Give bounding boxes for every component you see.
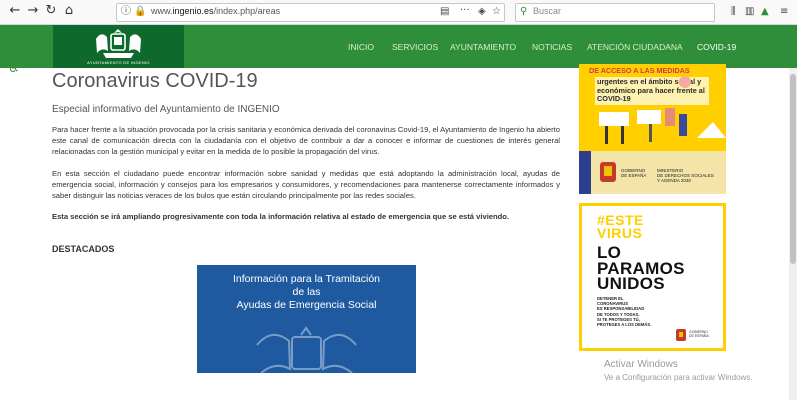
search-icon: ⚲	[520, 6, 528, 17]
nav-atencion-ciudadana[interactable]: ATENCIÓN CIUDADANA	[587, 42, 683, 52]
url-bar[interactable]: ⓘ 🔒 www.ingenio.es/index.php/areas ▤ ···…	[116, 3, 505, 22]
ad1-ministry-label: MINISTERIO DE DERECHOS SOCIALES Y AGENDA…	[657, 168, 714, 183]
ad2-spain-coat-icon	[676, 329, 686, 341]
ad2-msg-6: PROTEGES A LOS DEMÁS.	[597, 322, 652, 328]
ad2-tag-line-2: VIRUS	[597, 225, 643, 241]
info-icon[interactable]: ⓘ	[121, 6, 131, 18]
ayudas-emergencia-banner[interactable]: Información para la Tramitación de las A…	[197, 265, 416, 373]
nav-ayuntamiento[interactable]: AYUNTAMIENTO	[450, 42, 516, 52]
notice-paragraph: Esta sección se irá ampliando progresiva…	[52, 212, 510, 221]
accessibility-icon[interactable]: ♿	[8, 61, 20, 76]
ad1-illustration-icon	[599, 76, 726, 144]
ad1-gov-label: GOBIERNO DE ESPAÑA	[621, 168, 646, 178]
nav-covid-19[interactable]: COVID-19	[697, 42, 736, 52]
page-subtitle: Especial informativo del Ayuntamiento de…	[52, 104, 280, 115]
medidas-urgentes-ad[interactable]: DE ACCESO A LAS MEDIDAS urgentes en el á…	[579, 64, 726, 194]
ad2-slogan: LO PARAMOS UNIDOS	[597, 244, 685, 293]
scrollbar-thumb[interactable]	[790, 74, 796, 264]
sidebar-icon[interactable]: ▥	[745, 6, 754, 18]
site-logo[interactable]: AYUNTAMIENTO DE INGENIO	[53, 25, 184, 68]
ad2-gov-line-2: DE ESPAÑA	[689, 334, 709, 338]
url-prefix: www.	[151, 6, 173, 16]
logo-caption: AYUNTAMIENTO DE INGENIO	[87, 60, 150, 65]
site-header: AYUNTAMIENTO DE INGENIO INICIO SERVICIOS…	[0, 25, 797, 68]
section-paragraph: En esta sección el ciudadano puede encon…	[52, 169, 560, 200]
menu-icon[interactable]: ≡	[780, 6, 788, 18]
search-bar[interactable]: ⚲ Buscar	[515, 3, 715, 22]
ad2-panel: #ESTE VIRUS LO PARAMOS UNIDOS DETENER EL…	[582, 206, 723, 348]
intro-paragraph: Para hacer frente a la situación provoca…	[52, 125, 560, 156]
ad2-message: DETENER EL CORONAVIRUS ES RESPONSABILIDA…	[597, 296, 651, 327]
url-domain: ingenio.es	[172, 6, 214, 16]
nav-servicios[interactable]: SERVICIOS	[392, 42, 438, 52]
eu-flag-bar	[579, 151, 591, 194]
pocket-icon[interactable]: ◈	[478, 6, 486, 18]
lock-icon: 🔒	[134, 6, 147, 17]
destacados-heading: DESTACADOS	[52, 244, 115, 254]
coat-of-arms-icon	[96, 29, 141, 58]
spain-coat-icon	[600, 162, 616, 182]
bookmark-star-icon[interactable]: ☆	[492, 6, 501, 18]
page-scrollbar[interactable]	[789, 68, 797, 400]
url-text: www.ingenio.es/index.php/areas	[151, 6, 280, 16]
ad2-msg-3: ES RESPONSABILIDAD	[597, 306, 645, 312]
nav-noticias[interactable]: NOTICIAS	[532, 42, 572, 52]
home-icon[interactable]: ⌂	[61, 3, 77, 19]
back-icon[interactable]: ←	[7, 3, 23, 19]
browser-toolbar: ← → ↻ ⌂ ⓘ 🔒 www.ingenio.es/index.php/are…	[0, 0, 797, 25]
ad1-ministry-line-3: Y AGENDA 2030	[657, 178, 691, 183]
reload-icon[interactable]: ↻	[43, 3, 59, 19]
extension-icon[interactable]: ▲	[761, 6, 769, 18]
ad2-gov-label: GOBIERNO DE ESPAÑA	[689, 330, 709, 338]
este-virus-ad[interactable]: #ESTE VIRUS LO PARAMOS UNIDOS DETENER EL…	[579, 203, 726, 351]
page-title: Coronavirus COVID-19	[52, 70, 258, 92]
windows-activation-subtitle: Ve a Configuración para activar Windows.	[604, 373, 753, 382]
ad1-gov-line-2: DE ESPAÑA	[621, 173, 647, 178]
search-placeholder: Buscar	[533, 6, 562, 16]
library-icon[interactable]: ⫼	[731, 6, 736, 18]
ad2-slogan-line-3: UNIDOS	[597, 274, 665, 293]
reader-view-icon[interactable]: ▤	[440, 6, 449, 18]
forward-icon[interactable]: →	[25, 3, 41, 19]
page-actions-icon[interactable]: ···	[460, 5, 470, 17]
nav-inicio[interactable]: INICIO	[348, 42, 374, 52]
ad2-gov-seal: GOBIERNO DE ESPAÑA	[675, 328, 718, 342]
ad2-hashtag: #ESTE VIRUS	[597, 213, 644, 241]
windows-activation-title: Activar Windows	[604, 359, 678, 370]
banner-crest-icon	[256, 326, 357, 373]
url-path: /index.php/areas	[213, 6, 281, 16]
